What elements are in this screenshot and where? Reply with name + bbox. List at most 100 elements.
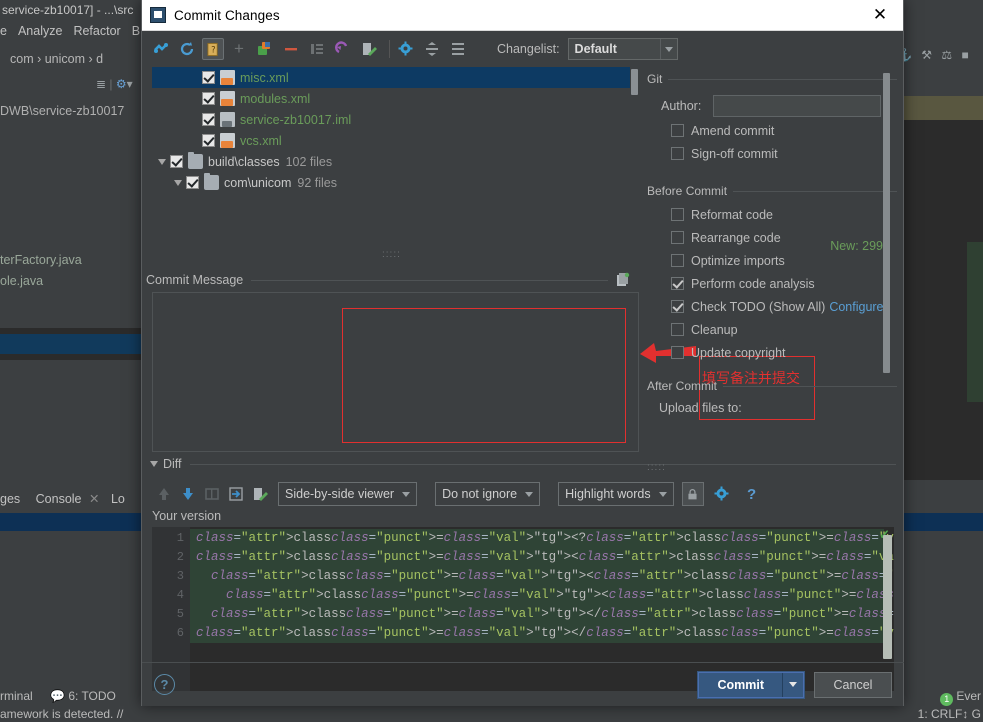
ide-tab-messages[interactable]: ges (0, 492, 20, 506)
code-line[interactable]: class="attr">classclass="punct">=class="… (190, 529, 884, 548)
collapse-all-icon[interactable] (447, 38, 469, 60)
code-line[interactable]: class="attr">classclass="punct">=class="… (190, 605, 884, 624)
table-row[interactable]: misc.xml (152, 67, 639, 88)
option-row[interactable]: Sign-off commit (647, 142, 897, 165)
option-checkbox[interactable] (671, 208, 684, 221)
option-row[interactable]: Update copyright (647, 341, 897, 364)
add-changelist-icon[interactable]: + (228, 38, 250, 60)
tree-scrollbar[interactable] (630, 67, 639, 239)
ide-status-bar-left[interactable]: rminal 💬 6: TODO (0, 686, 141, 706)
option-row[interactable]: Check TODO (Show All)Configure (647, 295, 897, 318)
author-field[interactable] (713, 95, 881, 117)
chevron-down-icon[interactable] (150, 461, 158, 467)
chevron-down-icon[interactable] (154, 159, 170, 165)
file-checkbox[interactable] (186, 176, 199, 189)
configure-link[interactable]: Configure (829, 300, 883, 314)
chevron-down-icon[interactable] (659, 492, 667, 497)
ide-terminal-button[interactable]: rminal (0, 689, 33, 703)
highlight-mode-select[interactable]: Highlight words (558, 482, 673, 506)
edit-diff-icon[interactable] (248, 482, 272, 506)
file-checkbox[interactable] (170, 155, 183, 168)
file-checkbox[interactable] (202, 113, 215, 126)
option-row[interactable]: Perform code analysis (647, 272, 897, 295)
next-difference-icon[interactable] (176, 482, 200, 506)
commit-dropdown-icon[interactable] (783, 673, 803, 697)
viewer-mode-select[interactable]: Side-by-side viewer (278, 482, 417, 506)
ignore-mode-select[interactable]: Do not ignore (435, 482, 540, 506)
table-row[interactable]: service-zb10017.iml (152, 109, 639, 130)
cancel-button[interactable]: Cancel (814, 672, 892, 698)
changed-files-tree[interactable]: misc.xmlmodules.xmlservice-zb10017.imlvc… (152, 67, 639, 239)
move-to-changelist-icon[interactable] (254, 38, 276, 60)
option-checkbox[interactable] (671, 124, 684, 137)
diff-scrollbar-thumb[interactable] (883, 535, 892, 659)
tree-scrollbar-thumb[interactable] (631, 69, 638, 95)
option-checkbox[interactable] (671, 277, 684, 290)
commit-button[interactable]: Commit (699, 673, 783, 697)
changelist-select[interactable]: Default (568, 38, 678, 60)
menu-item-3[interactable]: B (132, 24, 140, 38)
chevron-down-icon[interactable] (170, 180, 186, 186)
menu-item-2[interactable]: Refactor (73, 24, 120, 38)
option-row[interactable]: Rearrange code (647, 226, 897, 249)
jump-to-source-icon[interactable] (224, 482, 248, 506)
close-icon[interactable]: ✕ (857, 0, 903, 30)
table-row[interactable]: modules.xml (152, 88, 639, 109)
code-line[interactable]: class="attr">classclass="punct">=class="… (190, 567, 884, 586)
ide-event-log-button[interactable]: 1Ever (940, 686, 981, 706)
option-row[interactable]: Reformat code (647, 203, 897, 226)
rollback-icon[interactable] (176, 38, 198, 60)
code-line[interactable]: class="attr">classclass="punct">=class="… (190, 624, 884, 643)
delete-changelist-icon[interactable] (280, 38, 302, 60)
table-row[interactable]: com\unicom92 files (152, 172, 639, 193)
show-diff-icon[interactable]: ? (202, 38, 224, 60)
code-line[interactable]: class="attr">classclass="punct">=class="… (190, 548, 884, 567)
chevron-down-icon[interactable] (525, 492, 533, 497)
menu-item-0[interactable]: e (0, 24, 7, 38)
menu-item-1[interactable]: Analyze (18, 24, 62, 38)
option-checkbox[interactable] (671, 346, 684, 359)
settings-icon[interactable] (395, 38, 417, 60)
option-row[interactable]: Cleanup (647, 318, 897, 341)
table-row[interactable]: vcs.xml (152, 130, 639, 151)
question-icon[interactable]: ? (740, 482, 764, 506)
diff-splitter-grip[interactable]: ::::: (647, 462, 666, 473)
diff-section-header[interactable]: Diff (144, 456, 896, 472)
option-row[interactable]: Amend commit (647, 119, 897, 142)
file-checkbox[interactable] (202, 71, 215, 84)
option-checkbox[interactable] (671, 300, 684, 313)
option-checkbox[interactable] (671, 323, 684, 336)
ide-right-toolbar[interactable]: ⚓ ⚒ ⚖ ■ (893, 48, 983, 74)
table-row[interactable]: build\classes102 files (152, 151, 639, 172)
commit-history-icon[interactable] (614, 272, 630, 288)
file-checkbox[interactable] (202, 92, 215, 105)
group-by-icon[interactable] (306, 38, 328, 60)
expand-all-icon[interactable] (421, 38, 443, 60)
ide-project-file-0[interactable]: terFactory.java (0, 253, 150, 267)
ide-tab-log[interactable]: Lo (111, 492, 125, 506)
ide-tab-console[interactable]: Console (36, 492, 82, 506)
option-row[interactable]: Optimize imports (647, 249, 897, 272)
ide-console-selected-row[interactable] (0, 513, 141, 531)
code-line[interactable]: class="attr">classclass="punct">=class="… (190, 586, 884, 605)
option-checkbox[interactable] (671, 254, 684, 267)
edit-source-icon[interactable] (358, 38, 380, 60)
revert-icon[interactable] (332, 38, 354, 60)
option-checkbox[interactable] (671, 147, 684, 160)
refresh-changes-icon[interactable] (150, 38, 172, 60)
lock-icon[interactable] (682, 482, 704, 506)
option-checkbox[interactable] (671, 231, 684, 244)
ide-project-file-1[interactable]: ole.java (0, 274, 150, 288)
options-scrollbar-thumb[interactable] (883, 73, 890, 373)
chevron-down-icon[interactable] (660, 39, 677, 59)
gear-icon[interactable] (710, 482, 734, 506)
commit-message-input[interactable] (152, 292, 639, 452)
help-icon[interactable]: ? (154, 674, 175, 695)
ide-tab-close-icon[interactable]: ✕ (89, 492, 99, 506)
file-checkbox[interactable] (202, 134, 215, 147)
splitter-grip[interactable]: ::::: (382, 252, 412, 258)
ide-todo-button[interactable]: 6: TODO (68, 689, 116, 703)
previous-difference-icon[interactable] (152, 482, 176, 506)
compare-side-icon[interactable] (200, 482, 224, 506)
commit-button-group[interactable]: Commit (698, 672, 804, 698)
